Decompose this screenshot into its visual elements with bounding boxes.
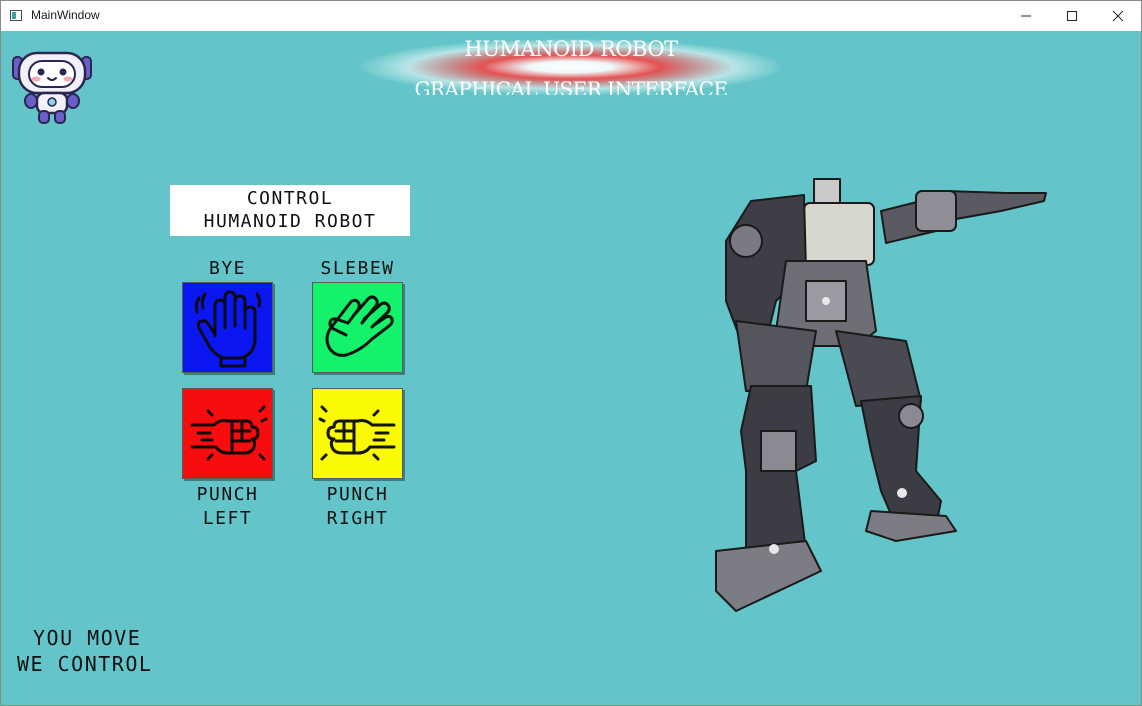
punch-right-icon — [318, 405, 395, 460]
maximize-button[interactable] — [1049, 1, 1095, 31]
slogan-line2: WE CONTROL — [17, 652, 153, 676]
punch-left-button[interactable] — [182, 388, 273, 479]
bye-button[interactable] — [182, 282, 273, 373]
punch-left-label-line2: LEFT — [202, 508, 253, 529]
punch-right-label-line1: PUNCH — [326, 484, 389, 505]
header-title: HUMANOID ROBOT — [464, 37, 678, 61]
humanoid-robot-photo — [715, 178, 1047, 612]
control-title-line1: CONTROL — [246, 188, 334, 209]
maximize-icon — [1067, 11, 1077, 21]
slebew-button[interactable] — [312, 282, 403, 373]
robot-mascot-icon — [12, 51, 92, 124]
close-icon — [1112, 10, 1124, 22]
slogan: YOU MOVE WE CONTROL — [17, 625, 152, 677]
main-window: MainWindow HUMANOID ROBOT GRAPHICAL USER… — [0, 0, 1142, 706]
waving-hand-icon — [194, 290, 261, 367]
punch-right-button[interactable] — [312, 388, 403, 479]
title-bar[interactable]: MainWindow — [1, 1, 1141, 31]
minimize-icon — [1021, 15, 1031, 17]
slebew-label: SLEBEW — [320, 258, 395, 279]
shaka-hand-icon — [325, 295, 394, 357]
control-title-line2: HUMANOID ROBOT — [203, 211, 377, 232]
punch-left-icon — [190, 405, 267, 460]
close-button[interactable] — [1095, 1, 1141, 31]
app-window-icon — [10, 10, 22, 21]
header-subtitle: GRAPHICAL USER INTERFACE — [414, 77, 728, 95]
punch-right-label-line2: RIGHT — [326, 508, 389, 529]
window-title: MainWindow — [31, 8, 100, 22]
bye-label: BYE — [208, 258, 246, 279]
punch-left-label-line1: PUNCH — [196, 484, 259, 505]
minimize-button[interactable] — [1003, 1, 1049, 31]
slogan-line1: YOU MOVE — [33, 626, 142, 650]
punch-left-label: PUNCH LEFT — [172, 483, 283, 531]
control-panel-title: CONTROL HUMANOID ROBOT — [170, 185, 410, 236]
punch-right-label: PUNCH RIGHT — [302, 483, 413, 531]
